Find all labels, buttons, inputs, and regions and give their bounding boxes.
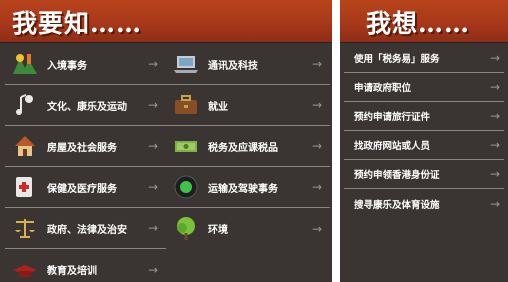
panel-title: 我要知…… <box>12 9 143 38</box>
service-item-hkid[interactable]: 预约申领香港身份证 → <box>344 160 504 189</box>
arrow-right-icon: → <box>147 139 158 153</box>
money-icon <box>175 141 197 152</box>
briefcase-icon <box>175 95 197 114</box>
tree-icon <box>177 216 195 240</box>
immigration-icon <box>13 54 37 74</box>
house-icon <box>15 136 35 156</box>
topic-item-education[interactable]: 教育及培训 → <box>5 249 166 282</box>
arrow-right-icon: → <box>489 109 500 123</box>
service-item-travel-docs[interactable]: 预约申请旅行证件 → <box>344 102 504 131</box>
laptop-icon <box>174 56 198 73</box>
arrow-right-icon: → <box>489 167 500 181</box>
arrow-right-icon: → <box>489 51 500 65</box>
scales-icon <box>15 219 35 238</box>
arrow-right-icon: → <box>147 98 158 112</box>
topic-item-employment[interactable]: 就业 → <box>166 85 330 126</box>
i-want-to-panel: 我想…… 使用「税务易」服务 → 申请政府职位 → 预约申请旅行证件 → 找政府… <box>340 0 508 282</box>
topic-item-environment[interactable]: 环境 → <box>166 208 330 249</box>
i-want-to-know-panel: 我要知…… 入境事务 → 文化、康乐及运动 → 房屋及社会服务 → 保健及医疗服… <box>0 0 332 282</box>
topic-column-right: 通讯及科技 → 就业 → 税务及应课税品 → 运输及驾驶事务 → 环境 → <box>166 44 332 249</box>
traffic-light-icon <box>174 175 198 199</box>
topic-item-communications[interactable]: 通讯及科技 → <box>166 44 330 85</box>
arrow-right-icon: → <box>489 80 500 94</box>
topic-item-health[interactable]: 保健及医疗服务 → <box>5 167 166 208</box>
first-aid-icon <box>16 177 32 197</box>
panel-header: 我想…… <box>340 0 508 43</box>
topic-item-immigration[interactable]: 入境事务 → <box>5 44 166 85</box>
arrow-right-icon: → <box>311 180 322 194</box>
panel-title: 我想…… <box>366 9 471 38</box>
topic-item-culture[interactable]: 文化、康乐及运动 → <box>5 85 166 126</box>
arrow-right-icon: → <box>147 262 158 277</box>
arrow-right-icon: → <box>311 98 322 112</box>
culture-sports-icon <box>16 94 33 115</box>
service-list: 使用「税务易」服务 → 申请政府职位 → 预约申请旅行证件 → 找政府网站或人员… <box>340 44 508 218</box>
topic-item-government[interactable]: 政府、法律及治安 → <box>5 208 166 249</box>
topic-item-housing[interactable]: 房屋及社会服务 → <box>5 126 166 167</box>
service-item-gov-jobs[interactable]: 申请政府职位 → <box>344 73 504 102</box>
arrow-right-icon: → <box>311 221 322 236</box>
arrow-right-icon: → <box>489 138 500 152</box>
topic-item-transport[interactable]: 运输及驾驶事务 → <box>166 167 330 208</box>
topic-item-taxation[interactable]: 税务及应课税品 → <box>166 126 330 167</box>
service-item-leisure[interactable]: 搜寻康乐及体育设施 → <box>344 189 504 218</box>
topic-column-left: 入境事务 → 文化、康乐及运动 → 房屋及社会服务 → 保健及医疗服务 → 政府… <box>0 44 166 282</box>
arrow-right-icon: → <box>147 180 158 194</box>
arrow-right-icon: → <box>147 221 158 235</box>
service-item-etax[interactable]: 使用「税务易」服务 → <box>344 44 504 73</box>
panel-header: 我要知…… <box>0 0 332 43</box>
service-item-find-gov[interactable]: 找政府网站或人员 → <box>344 131 504 160</box>
graduation-cap-icon <box>13 264 37 277</box>
arrow-right-icon: → <box>489 196 500 211</box>
arrow-right-icon: → <box>311 139 322 153</box>
arrow-right-icon: → <box>147 57 158 71</box>
arrow-right-icon: → <box>311 57 322 71</box>
